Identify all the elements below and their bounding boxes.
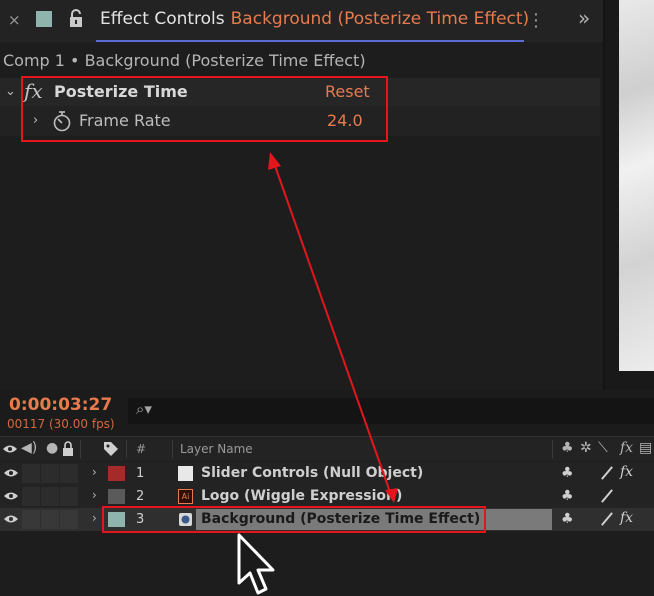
layer-name[interactable]: Slider Controls (Null Object) — [201, 465, 423, 481]
layer-color-swatch — [36, 11, 52, 27]
layer-name[interactable]: Logo (Wiggle Expression) — [201, 488, 402, 504]
expand-chevron-icon[interactable]: › — [92, 511, 97, 525]
label-color-swatch[interactable] — [108, 466, 125, 481]
column-separator — [80, 440, 81, 458]
layer-number: 1 — [136, 466, 145, 481]
shy-switch-icon[interactable]: ♣ — [561, 440, 574, 456]
illustrator-file-icon: Ai — [178, 489, 193, 504]
expand-chevron-icon[interactable]: › — [92, 488, 97, 502]
comp-breadcrumb: Comp 1 • Background (Posterize Time Effe… — [3, 51, 366, 70]
current-time-display[interactable]: 0:00:03:27 — [9, 395, 112, 415]
layer-name-header[interactable]: Layer Name — [180, 442, 253, 456]
layer-search-input[interactable] — [128, 398, 654, 424]
solo-toggle[interactable] — [41, 510, 59, 529]
audio-icon[interactable]: ◀) — [21, 440, 37, 456]
eye-icon[interactable] — [3, 514, 19, 524]
shy-switch-icon[interactable]: ♣ — [561, 511, 574, 527]
highlight-box-layer — [102, 506, 486, 533]
label-color-swatch[interactable] — [108, 489, 125, 504]
shy-switch-icon[interactable]: ♣ — [561, 488, 574, 504]
shy-switch-icon[interactable]: ♣ — [561, 465, 574, 481]
effects-switch-icon[interactable]: fx — [620, 464, 633, 480]
eye-icon[interactable] — [3, 468, 19, 478]
panel-name: Effect Controls — [100, 9, 225, 29]
layer-number-header: # — [136, 442, 147, 456]
expand-panels-icon[interactable]: » — [578, 6, 590, 30]
layer-number: 2 — [136, 489, 145, 504]
video-visibility-icon[interactable] — [2, 444, 18, 454]
active-tab-underline — [96, 40, 524, 42]
column-separator — [172, 440, 173, 458]
close-panel-icon[interactable]: × — [8, 11, 21, 29]
frame-count: 00117 (30.00 fps) — [7, 417, 115, 431]
solo-toggle[interactable] — [41, 464, 59, 483]
lock-column-icon[interactable] — [62, 441, 74, 456]
arrowhead-top — [268, 152, 281, 170]
solo-toggle[interactable] — [41, 487, 59, 506]
eye-icon[interactable] — [3, 491, 19, 501]
search-icon[interactable]: ⌕▾ — [136, 400, 152, 418]
panel-tab-title[interactable]: Effect Controls Background (Posterize Tim… — [100, 9, 529, 29]
quality-switch-icon[interactable]: ⟍ — [598, 440, 608, 456]
panel-menu-icon[interactable]: ⋮ — [527, 10, 545, 31]
audio-toggle[interactable] — [22, 487, 40, 506]
column-separator — [126, 440, 127, 458]
mouse-cursor-icon — [237, 533, 275, 595]
solo-icon[interactable]: ● — [46, 440, 58, 456]
audio-toggle[interactable] — [22, 510, 40, 529]
composition-preview — [619, 0, 654, 371]
lock-toggle[interactable] — [60, 510, 78, 529]
lock-toggle[interactable] — [60, 487, 78, 506]
lock-toggle[interactable] — [60, 464, 78, 483]
column-separator — [552, 440, 553, 458]
frame-blend-icon[interactable]: ▤ — [639, 440, 652, 456]
audio-toggle[interactable] — [22, 464, 40, 483]
layer-column-header — [0, 436, 654, 461]
effects-switch-icon[interactable]: fx — [620, 440, 633, 456]
null-object-icon — [178, 466, 193, 481]
panel-layer-name: Background (Posterize Time Effect) — [230, 9, 530, 29]
collapse-chevron-icon[interactable]: ⌄ — [5, 84, 16, 99]
lock-icon[interactable] — [68, 8, 84, 28]
label-tag-icon[interactable] — [103, 441, 119, 456]
expand-chevron-icon[interactable]: › — [92, 465, 97, 479]
collapse-switch-icon[interactable]: ✲ — [580, 440, 592, 456]
effects-switch-icon[interactable]: fx — [620, 510, 633, 526]
highlight-box-effect — [21, 76, 388, 142]
